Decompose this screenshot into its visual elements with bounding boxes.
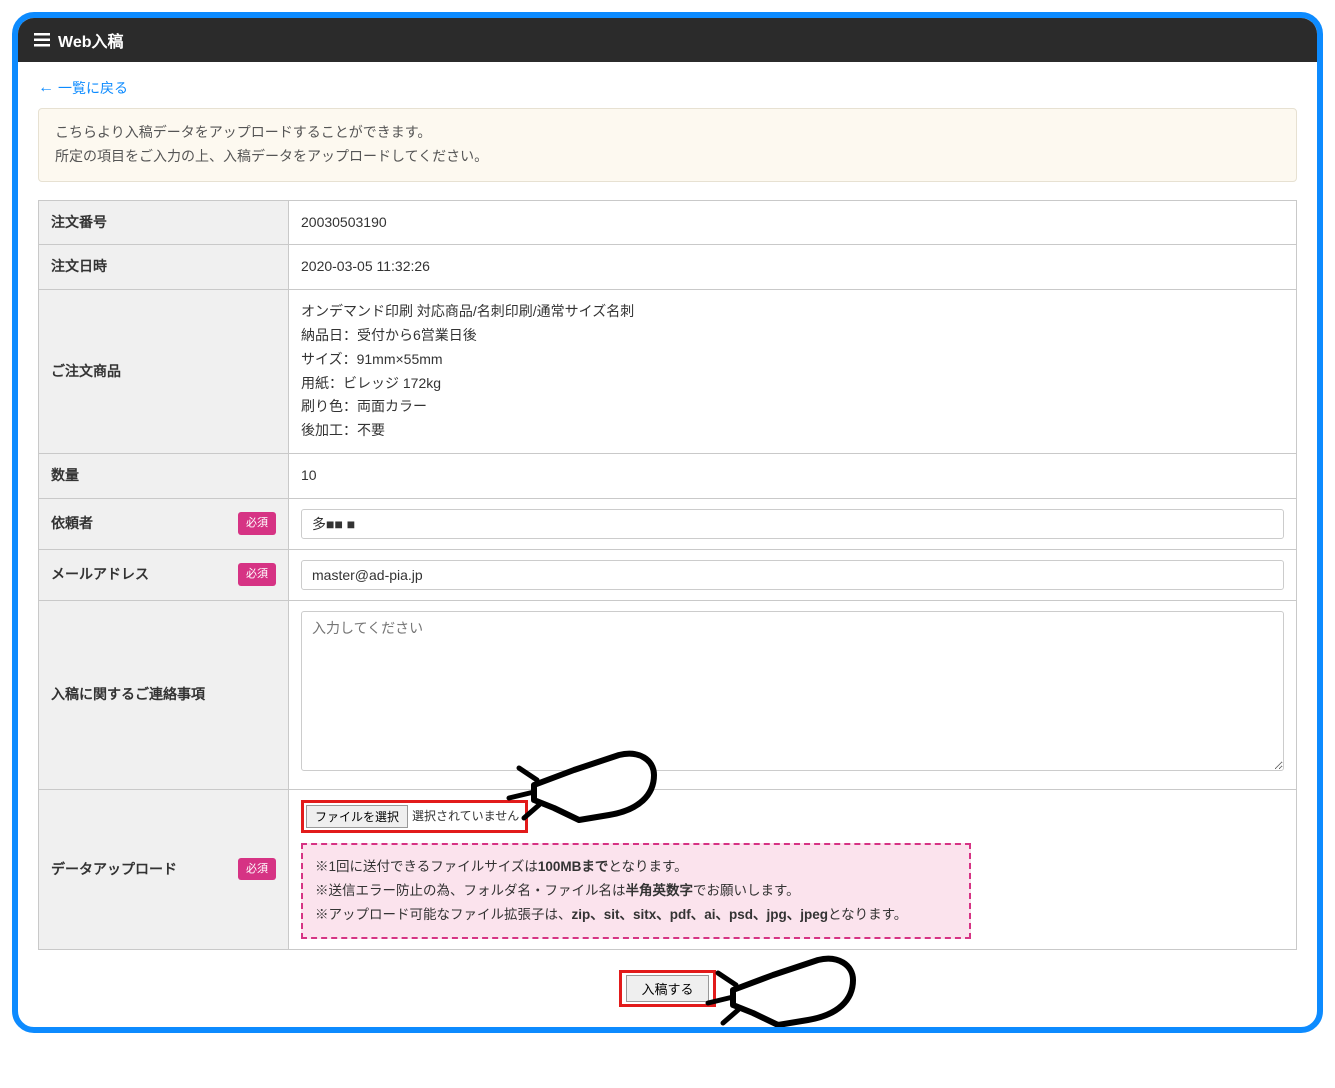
file-select-highlight: ファイルを選択 選択されていません	[301, 800, 528, 833]
label-quantity: 数量	[39, 453, 289, 498]
email-input[interactable]	[301, 560, 1284, 590]
required-badge: 必須	[238, 512, 276, 535]
form-table: 注文番号 20030503190 注文日時 2020-03-05 11:32:2…	[38, 200, 1297, 951]
label-requester-text: 依頼者	[51, 515, 93, 531]
file-status-text: 選択されていません	[410, 806, 525, 826]
back-link-label: 一覧に戻る	[58, 78, 128, 98]
info-box: こちらより入稿データをアップロードすることができます。 所定の項目をご入力の上、…	[38, 108, 1297, 182]
value-order-product: オンデマンド印刷 対応商品/名刺印刷/通常サイズ名刺 納品日：受付から6営業日後…	[289, 290, 1297, 454]
menu-icon	[34, 31, 50, 49]
row-order-number: 注文番号 20030503190	[39, 200, 1297, 245]
label-order-number: 注文番号	[39, 200, 289, 245]
upload-note-line-3: ※アップロード可能なファイル拡張子は、zip、sit、sitx、pdf、ai、p…	[315, 903, 957, 927]
value-order-number: 20030503190	[289, 200, 1297, 245]
label-email-text: メールアドレス	[51, 566, 149, 582]
submit-button[interactable]: 入稿する	[626, 975, 708, 1002]
row-email: メールアドレス 必須	[39, 549, 1297, 600]
row-upload: データアップロード 必須 ファイルを選択 選択されていません	[39, 789, 1297, 950]
value-quantity: 10	[289, 453, 1297, 498]
cell-email	[289, 549, 1297, 600]
page-title: Web入稿	[58, 28, 124, 52]
content-area: ← 一覧に戻る こちらより入稿データをアップロードすることができます。 所定の項…	[18, 62, 1317, 1027]
row-order-product: ご注文商品 オンデマンド印刷 対応商品/名刺印刷/通常サイズ名刺 納品日：受付か…	[39, 290, 1297, 454]
label-upload-text: データアップロード	[51, 861, 177, 877]
cell-upload: ファイルを選択 選択されていません	[289, 789, 1297, 950]
row-requester: 依頼者 必須	[39, 498, 1297, 549]
arrow-left-icon: ←	[38, 79, 54, 97]
file-select-button[interactable]: ファイルを選択	[306, 805, 408, 828]
label-notes: 入稿に関するご連絡事項	[39, 600, 289, 789]
submit-highlight: 入稿する	[619, 970, 715, 1007]
row-notes: 入稿に関するご連絡事項	[39, 600, 1297, 789]
info-line-2: 所定の項目をご入力の上、入稿データをアップロードしてください。	[55, 145, 1280, 169]
label-upload: データアップロード 必須	[39, 789, 289, 950]
notes-textarea[interactable]	[301, 611, 1284, 771]
upload-note-line-1: ※1回に送付できるファイルサイズは100MBまでとなります。	[315, 855, 957, 879]
header-bar: Web入稿	[18, 18, 1317, 62]
row-quantity: 数量 10	[39, 453, 1297, 498]
info-line-1: こちらより入稿データをアップロードすることができます。	[55, 121, 1280, 145]
value-order-datetime: 2020-03-05 11:32:26	[289, 245, 1297, 290]
upload-note-line-2: ※送信エラー防止の為、フォルダ名・ファイル名は半角英数字でお願いします。	[315, 879, 957, 903]
required-badge: 必須	[238, 563, 276, 586]
label-requester: 依頼者 必須	[39, 498, 289, 549]
required-badge: 必須	[238, 858, 276, 881]
cell-notes	[289, 600, 1297, 789]
upload-note-box: ※1回に送付できるファイルサイズは100MBまでとなります。 ※送信エラー防止の…	[301, 843, 971, 940]
row-order-datetime: 注文日時 2020-03-05 11:32:26	[39, 245, 1297, 290]
label-email: メールアドレス 必須	[39, 549, 289, 600]
label-order-datetime: 注文日時	[39, 245, 289, 290]
submit-row: 入稿する	[38, 970, 1297, 1007]
back-link[interactable]: ← 一覧に戻る	[38, 78, 128, 98]
cell-requester	[289, 498, 1297, 549]
app-frame: Web入稿 ← 一覧に戻る こちらより入稿データをアップロードすることができます…	[12, 12, 1323, 1033]
requester-input[interactable]	[301, 509, 1284, 539]
label-order-product: ご注文商品	[39, 290, 289, 454]
